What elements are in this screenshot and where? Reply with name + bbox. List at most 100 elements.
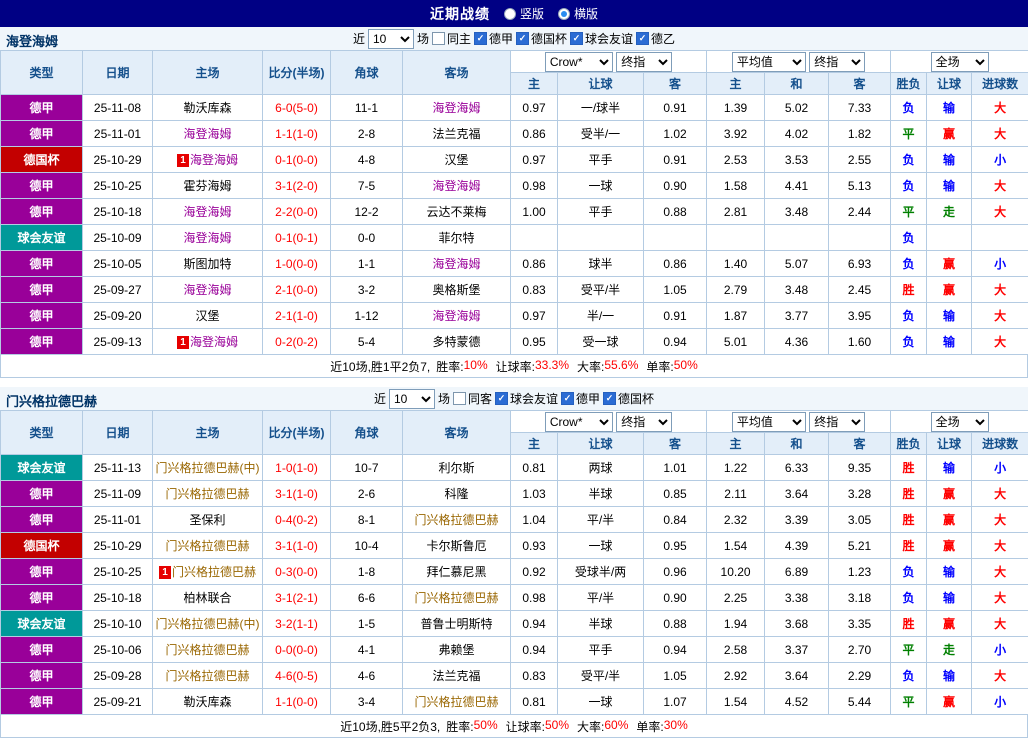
- team-name: 门兴格拉德巴赫: [414, 513, 498, 527]
- match-count-select[interactable]: 10: [389, 389, 435, 409]
- league-checkbox[interactable]: ✓球会友谊: [495, 390, 558, 407]
- match-score: 0-3(0-0): [263, 559, 331, 585]
- league-checkbox[interactable]: ✓德国杯: [603, 390, 654, 407]
- avg-odds-value: 4.39: [765, 533, 829, 559]
- avg-select[interactable]: 平均值: [732, 52, 806, 72]
- odds-value: 0.94: [511, 611, 558, 637]
- scope-select[interactable]: 全场: [931, 412, 989, 432]
- layout-radio-horizontal-label: 横版: [574, 5, 598, 22]
- table-row: 德甲25-09-21勒沃库森1-1(0-0)3-4门兴格拉德巴赫0.81一球1.…: [1, 689, 1028, 715]
- corner-score: 3-4: [331, 689, 403, 715]
- odds-value: 0.83: [511, 277, 558, 303]
- table-row: 德甲25-10-25霍芬海姆3-1(2-0)7-5海登海姆0.98一球0.901…: [1, 173, 1028, 199]
- checkbox-checked-icon[interactable]: ✓: [570, 32, 583, 45]
- home-team-cell: 柏林联合: [153, 585, 263, 611]
- result-value: 输: [927, 329, 972, 355]
- team-section-heidenheim: 海登海姆 近 10 场 同主 ✓德甲✓德国杯✓球会友谊✓德乙 类型 日期 主场: [0, 27, 1028, 378]
- avg-odds-value: 3.68: [765, 611, 829, 637]
- home-team-cell: 海登海姆: [153, 199, 263, 225]
- result-value: 大: [972, 95, 1028, 121]
- team-name: 海登海姆: [432, 257, 480, 271]
- avg-odds-value: 1.58: [707, 173, 765, 199]
- odds-select-group: Crow* 终指: [511, 411, 707, 433]
- checkbox-unchecked-icon[interactable]: [432, 32, 445, 45]
- avg-ref-select[interactable]: 终指: [809, 412, 865, 432]
- scope-select[interactable]: 全场: [931, 52, 989, 72]
- match-type-badge: 德甲: [1, 689, 83, 715]
- checkbox-checked-icon[interactable]: ✓: [516, 32, 529, 45]
- team-name: 法兰克福: [432, 669, 480, 683]
- avg-ref-select[interactable]: 终指: [809, 52, 865, 72]
- team-name: 海登海姆: [432, 101, 480, 115]
- checkbox-checked-icon[interactable]: ✓: [561, 392, 574, 405]
- result-value: 输: [927, 559, 972, 585]
- odds-ref-select[interactable]: 终指: [616, 52, 672, 72]
- summary-stat: 大率:55.6%: [577, 358, 638, 375]
- same-venue-checkbox[interactable]: 同主: [432, 30, 471, 47]
- league-checkbox[interactable]: ✓德甲: [474, 30, 513, 47]
- avg-odds-value: [707, 225, 765, 251]
- checkbox-checked-icon[interactable]: ✓: [603, 392, 616, 405]
- league-checkbox[interactable]: ✓德甲: [561, 390, 600, 407]
- column-header-corner: 角球: [331, 411, 403, 455]
- result-value: 输: [927, 147, 972, 173]
- result-value: 小: [972, 689, 1028, 715]
- avg-select[interactable]: 平均值: [732, 412, 806, 432]
- league-checkbox[interactable]: ✓球会友谊: [570, 30, 633, 47]
- away-team-cell: 门兴格拉德巴赫: [403, 507, 511, 533]
- avg-odds-value: 2.58: [707, 637, 765, 663]
- same-venue-checkbox[interactable]: 同客: [453, 390, 492, 407]
- team-name: 海登海姆: [432, 309, 480, 323]
- checkbox-checked-icon[interactable]: ✓: [636, 32, 649, 45]
- odds-ref-select[interactable]: 终指: [616, 412, 672, 432]
- column-header-date: 日期: [83, 51, 153, 95]
- checkbox-unchecked-icon[interactable]: [453, 392, 466, 405]
- summary-stat: 单率:50%: [646, 358, 697, 375]
- match-date: 25-10-25: [83, 559, 153, 585]
- odds-value: 0.95: [644, 533, 707, 559]
- layout-radio-vertical[interactable]: 竖版: [504, 5, 544, 22]
- team-name: 拜仁慕尼黑: [426, 565, 486, 579]
- avg-odds-value: 3.38: [765, 585, 829, 611]
- radio-unchecked-icon[interactable]: [504, 8, 516, 20]
- checkbox-checked-icon[interactable]: ✓: [474, 32, 487, 45]
- away-team-cell: 门兴格拉德巴赫: [403, 689, 511, 715]
- odds-value: 0.86: [511, 121, 558, 147]
- column-header-score: 比分(半场): [263, 411, 331, 455]
- away-team-cell: 汉堡: [403, 147, 511, 173]
- result-value: 大: [972, 663, 1028, 689]
- home-team-cell: 门兴格拉德巴赫(中): [153, 611, 263, 637]
- avg-odds-value: 5.07: [765, 251, 829, 277]
- result-value: 输: [927, 173, 972, 199]
- scope-select-group: 全场: [891, 411, 1028, 433]
- league-checkbox-label: 德甲: [576, 390, 600, 407]
- away-team-cell: 科隆: [403, 481, 511, 507]
- column-header-date: 日期: [83, 411, 153, 455]
- odds-value: 0.91: [644, 303, 707, 329]
- result-value: 负: [891, 225, 927, 251]
- radio-checked-icon[interactable]: [558, 8, 570, 20]
- team-section-gladbach: 门兴格拉德巴赫 近 10 场 同客 ✓球会友谊✓德甲✓德国杯 类型 日期 主场: [0, 387, 1028, 738]
- home-team-cell: 门兴格拉德巴赫(中): [153, 455, 263, 481]
- column-header-away: 客场: [403, 411, 511, 455]
- odds-value: 1.03: [511, 481, 558, 507]
- match-table: 类型 日期 主场 比分(半场) 角球 客场 Crow* 终指 平均值 终指 全场: [0, 50, 1028, 355]
- match-type-badge: 球会友谊: [1, 611, 83, 637]
- topbar: 近期战绩 竖版 横版: [0, 0, 1028, 27]
- team-name: 利尔斯: [438, 461, 474, 475]
- result-value: 胜: [891, 481, 927, 507]
- layout-radio-horizontal[interactable]: 横版: [558, 5, 598, 22]
- odds-value: 一/球半: [558, 95, 644, 121]
- league-checkbox[interactable]: ✓德国杯: [516, 30, 567, 47]
- match-count-select[interactable]: 10: [368, 29, 414, 49]
- result-value: 小: [972, 147, 1028, 173]
- odds-value: 0.85: [644, 481, 707, 507]
- checkbox-checked-icon[interactable]: ✓: [495, 392, 508, 405]
- league-checkbox[interactable]: ✓德乙: [636, 30, 675, 47]
- match-type-badge: 德甲: [1, 585, 83, 611]
- odds-value: 平/半: [558, 585, 644, 611]
- odds-source-select[interactable]: Crow*: [545, 52, 613, 72]
- avg-odds-value: 6.89: [765, 559, 829, 585]
- match-date: 25-09-21: [83, 689, 153, 715]
- odds-source-select[interactable]: Crow*: [545, 412, 613, 432]
